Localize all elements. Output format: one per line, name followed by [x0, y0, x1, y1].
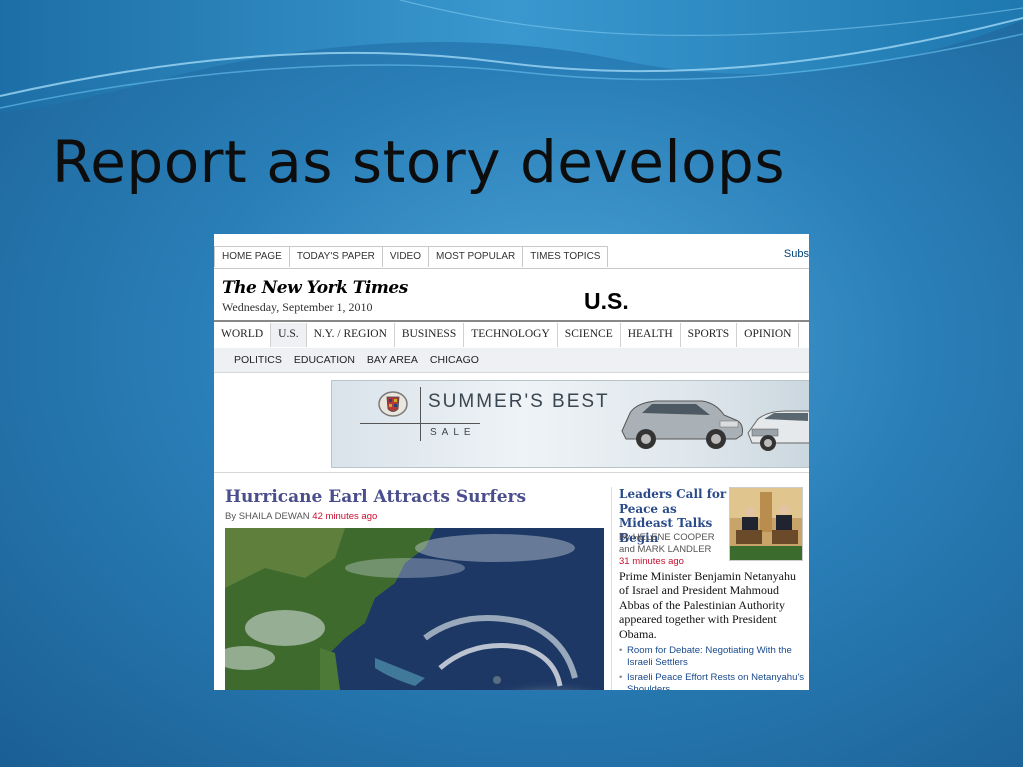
lead-headline[interactable]: Hurricane Earl Attracts Surfers — [225, 487, 526, 507]
side-related-links: Room for Debate: Negotiating With the Is… — [619, 645, 809, 690]
side-timestamp: 31 minutes ago — [619, 556, 684, 567]
sub-nav-bay-area[interactable]: BAY AREA — [361, 348, 424, 372]
top-nav: HOME PAGE TODAY'S PAPER VIDEO MOST POPUL… — [214, 246, 609, 268]
section-nav-health[interactable]: HEALTH — [621, 323, 681, 347]
hurricane-satellite-image[interactable] — [225, 528, 604, 690]
lead-byline-author: By SHAILA DEWAN — [225, 511, 310, 522]
ad-banner[interactable]: SUMMER'S BEST SALE — [331, 380, 809, 468]
nyt-screenshot: HOME PAGE TODAY'S PAPER VIDEO MOST POPUL… — [214, 234, 809, 690]
sub-nav-chicago[interactable]: CHICAGO — [424, 348, 485, 372]
divider — [214, 320, 809, 322]
related-link[interactable]: Israeli Peace Effort Rests on Netanyahu'… — [619, 672, 809, 690]
section-nav-sports[interactable]: SPORTS — [681, 323, 738, 347]
masthead-date: Wednesday, September 1, 2010 — [222, 300, 373, 314]
masthead-logo[interactable]: The New York Times — [222, 278, 408, 298]
related-link[interactable]: Room for Debate: Negotiating With the Is… — [619, 645, 809, 669]
sub-nav: POLITICS EDUCATION BAY AREA CHICAGO — [214, 348, 809, 372]
sedan-image — [747, 410, 809, 451]
section-nav-world[interactable]: WORLD — [214, 323, 272, 347]
lead-byline: By SHAILA DEWAN 42 minutes ago — [225, 511, 377, 522]
slide: { "slide": { "title": "Report as story d… — [0, 0, 1023, 767]
slide-title: Report as story develops — [52, 128, 786, 196]
section-title: U.S. — [584, 288, 629, 314]
section-nav-opinion[interactable]: OPINION — [737, 323, 800, 347]
top-nav-video[interactable]: VIDEO — [381, 246, 429, 267]
column-divider — [611, 487, 612, 690]
divider — [214, 472, 809, 473]
top-nav-most-popular[interactable]: MOST POPULAR — [428, 246, 524, 267]
sub-nav-education[interactable]: EDUCATION — [288, 348, 361, 372]
top-nav-home[interactable]: HOME PAGE — [214, 246, 290, 267]
ad-divider — [360, 423, 480, 424]
cadillac-crest-icon — [378, 391, 408, 417]
section-nav: WORLD U.S. N.Y. / REGION BUSINESS TECHNO… — [214, 323, 800, 347]
sub-nav-politics[interactable]: POLITICS — [214, 348, 288, 372]
side-byline: By HELENE COOPER and MARK LANDLER — [619, 532, 715, 555]
section-nav-ny-region[interactable]: N.Y. / REGION — [307, 323, 395, 347]
suv-image — [621, 400, 743, 449]
section-nav-science[interactable]: SCIENCE — [558, 323, 621, 347]
divider — [214, 268, 809, 269]
section-nav-us[interactable]: U.S. — [271, 323, 307, 347]
ad-subline: SALE — [430, 427, 476, 438]
leaders-photo[interactable] — [729, 487, 803, 561]
divider — [214, 372, 809, 373]
ad-divider — [420, 387, 421, 441]
subscribe-link[interactable]: Subs — [784, 248, 809, 260]
ad-headline: SUMMER'S BEST — [428, 391, 610, 412]
section-nav-business[interactable]: BUSINESS — [395, 323, 465, 347]
top-nav-times-topics[interactable]: TIMES TOPICS — [522, 246, 609, 267]
top-nav-todays-paper[interactable]: TODAY'S PAPER — [288, 246, 383, 267]
lead-timestamp: 42 minutes ago — [312, 511, 378, 522]
section-nav-technology[interactable]: TECHNOLOGY — [464, 323, 558, 347]
side-summary: Prime Minister Benjamin Netanyahu of Isr… — [619, 569, 796, 641]
wave-decoration — [0, 0, 1023, 112]
